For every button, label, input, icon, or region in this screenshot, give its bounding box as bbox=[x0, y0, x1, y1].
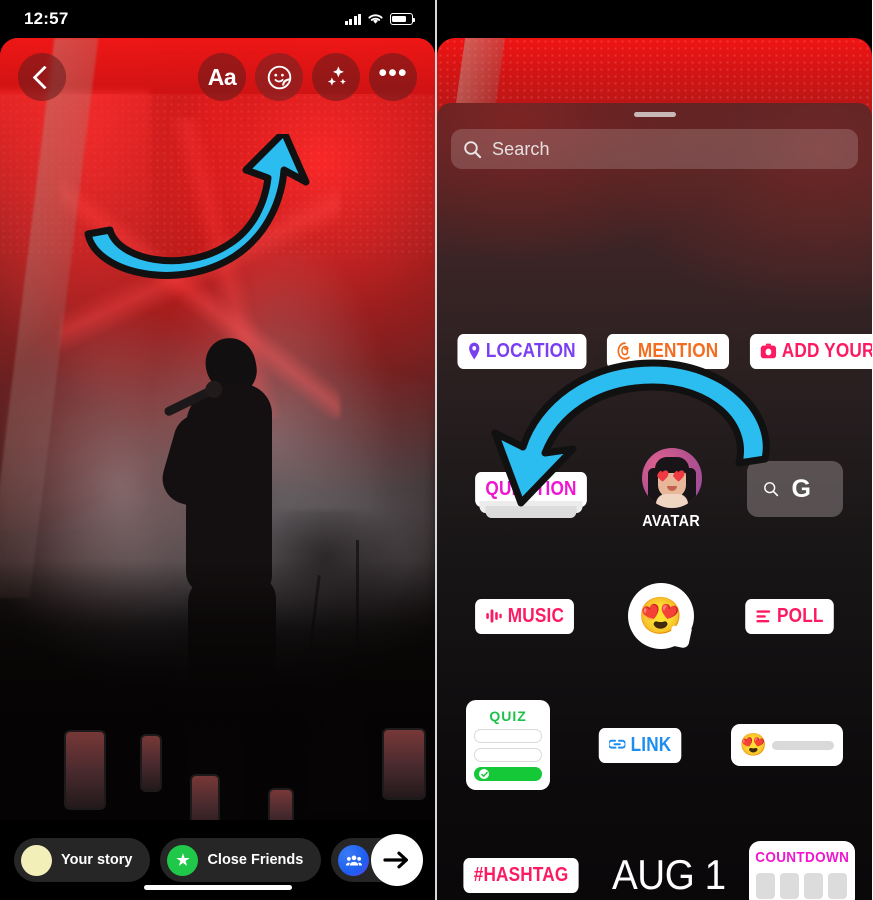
wifi-icon bbox=[368, 14, 383, 24]
sticker-label: AVATAR bbox=[642, 512, 701, 530]
cellular-bars-icon bbox=[344, 13, 361, 25]
sticker-label: POLL bbox=[777, 604, 825, 627]
sticker-label: #HASHTAG bbox=[473, 863, 569, 886]
effects-tool-button[interactable] bbox=[312, 53, 360, 101]
poll-bars-icon bbox=[756, 610, 771, 623]
emoji-heart-eyes-icon: 😍 bbox=[638, 595, 684, 636]
text-aa-icon: Aa bbox=[207, 63, 237, 90]
music-waveform-icon bbox=[486, 609, 503, 623]
sticker-location[interactable]: LOCATION bbox=[457, 333, 587, 369]
story-preview-canvas[interactable]: Aa ••• bbox=[0, 38, 435, 820]
gif-label: G bbox=[791, 474, 811, 503]
audience-chip-your-story[interactable]: Your story bbox=[14, 838, 151, 882]
check-circle-icon bbox=[479, 769, 490, 779]
search-icon bbox=[763, 482, 778, 497]
back-button[interactable] bbox=[18, 53, 66, 101]
location-pin-icon bbox=[469, 342, 480, 360]
link-chain-icon bbox=[609, 739, 626, 749]
back-chevron-icon bbox=[32, 64, 57, 90]
status-time: 12:57 bbox=[24, 9, 69, 28]
search-placeholder: Search bbox=[492, 138, 550, 159]
concert-photo bbox=[0, 38, 435, 820]
sticker-label: MUSIC bbox=[508, 604, 565, 627]
sticker-avatar[interactable]: AVATAR bbox=[639, 447, 703, 531]
close-friends-star-icon: ★ bbox=[167, 844, 199, 876]
sticker-label: ADD YOURS bbox=[781, 339, 872, 362]
sticker-row-hashtag-date-countdown: #HASHTAG AUG 1 COUNTDOWN bbox=[437, 833, 872, 900]
sticker-search-bar[interactable]: Search bbox=[451, 129, 858, 169]
sticker-mention[interactable]: MENTION bbox=[606, 333, 729, 369]
sticker-gif-search[interactable]: G bbox=[746, 461, 843, 517]
sticker-date[interactable]: AUG 1 bbox=[612, 851, 726, 899]
search-icon bbox=[464, 140, 482, 158]
quiz-option bbox=[474, 729, 543, 743]
sticker-smiley-icon bbox=[267, 65, 291, 89]
story-toolbar: Aa ••• bbox=[0, 50, 435, 104]
slider-track[interactable] bbox=[772, 740, 834, 750]
sticker-row-music-emoji-poll: MUSIC 😍 POLL bbox=[437, 583, 872, 649]
audience-chip-close-friends[interactable]: ★ Close Friends bbox=[160, 838, 322, 882]
sticker-row-location-mention-addyours: LOCATION MENTION ADD YOU bbox=[437, 328, 872, 374]
text-tool-button[interactable]: Aa bbox=[198, 53, 246, 101]
sticker-quiz[interactable]: QUIZ bbox=[466, 700, 551, 790]
avatar-face-icon bbox=[641, 447, 702, 508]
emoji-heart-eyes-icon: 😍 bbox=[739, 732, 768, 757]
sticker-add-yours[interactable]: ADD YOURS bbox=[750, 333, 872, 369]
audience-chip-label: Close Friends bbox=[207, 852, 304, 868]
phone-screenshot-left: 12:57 Aa ••• Your story ★ Close Friends bbox=[0, 0, 436, 900]
sticker-row-question-avatar-gif: QUESTION AVATAR G bbox=[437, 447, 872, 530]
sticker-poll[interactable]: POLL bbox=[745, 598, 835, 634]
sticker-emoji-reaction[interactable]: 😍 bbox=[627, 583, 694, 649]
battery-icon bbox=[390, 13, 416, 25]
phone-screenshot-right: Search LOCATION MENTION ADD YOU QUESTION… bbox=[436, 0, 872, 900]
sparkles-icon bbox=[327, 66, 346, 86]
send-button[interactable] bbox=[371, 834, 423, 886]
sticker-music[interactable]: MUSIC bbox=[475, 598, 575, 634]
at-threads-icon bbox=[617, 342, 630, 360]
status-icons bbox=[344, 13, 416, 25]
your-story-avatar-icon bbox=[21, 844, 52, 876]
sticker-tray-sheet: Search LOCATION MENTION ADD YOU QUESTION… bbox=[437, 103, 872, 900]
sticker-label: QUESTION bbox=[485, 477, 578, 500]
status-bar: 12:57 bbox=[0, 0, 435, 38]
arrow-right-icon bbox=[383, 851, 408, 869]
quiz-option bbox=[474, 748, 543, 762]
sticker-label: LOCATION bbox=[485, 339, 576, 362]
sticker-label: LINK bbox=[630, 733, 672, 756]
audience-chip-label: Your story bbox=[61, 852, 133, 868]
sticker-question[interactable]: QUESTION bbox=[475, 471, 588, 518]
camera-icon bbox=[760, 343, 777, 359]
countdown-digit-boxes bbox=[756, 873, 848, 899]
sticker-row-quiz-link-slider: QUIZ LINK 😍 bbox=[437, 699, 872, 791]
quiz-option-correct bbox=[474, 767, 543, 781]
sticker-emoji-slider[interactable]: 😍 bbox=[730, 724, 843, 766]
sticker-tool-button[interactable] bbox=[255, 53, 303, 101]
group-people-icon bbox=[338, 844, 370, 876]
sticker-label: COUNTDOWN bbox=[754, 849, 849, 866]
two-phone-comparison: 12:57 Aa ••• Your story ★ Close Friends … bbox=[0, 0, 873, 900]
home-indicator bbox=[143, 885, 292, 890]
group-people-glyph bbox=[345, 855, 362, 865]
sticker-link[interactable]: LINK bbox=[599, 727, 682, 763]
sheet-grabber[interactable] bbox=[633, 112, 676, 117]
sticker-label: MENTION bbox=[637, 339, 718, 362]
sticker-countdown[interactable]: COUNTDOWN bbox=[748, 841, 855, 900]
sticker-hashtag[interactable]: #HASHTAG bbox=[463, 857, 579, 893]
sticker-label: QUIZ bbox=[489, 708, 527, 724]
more-tool-button[interactable]: ••• bbox=[369, 53, 417, 101]
